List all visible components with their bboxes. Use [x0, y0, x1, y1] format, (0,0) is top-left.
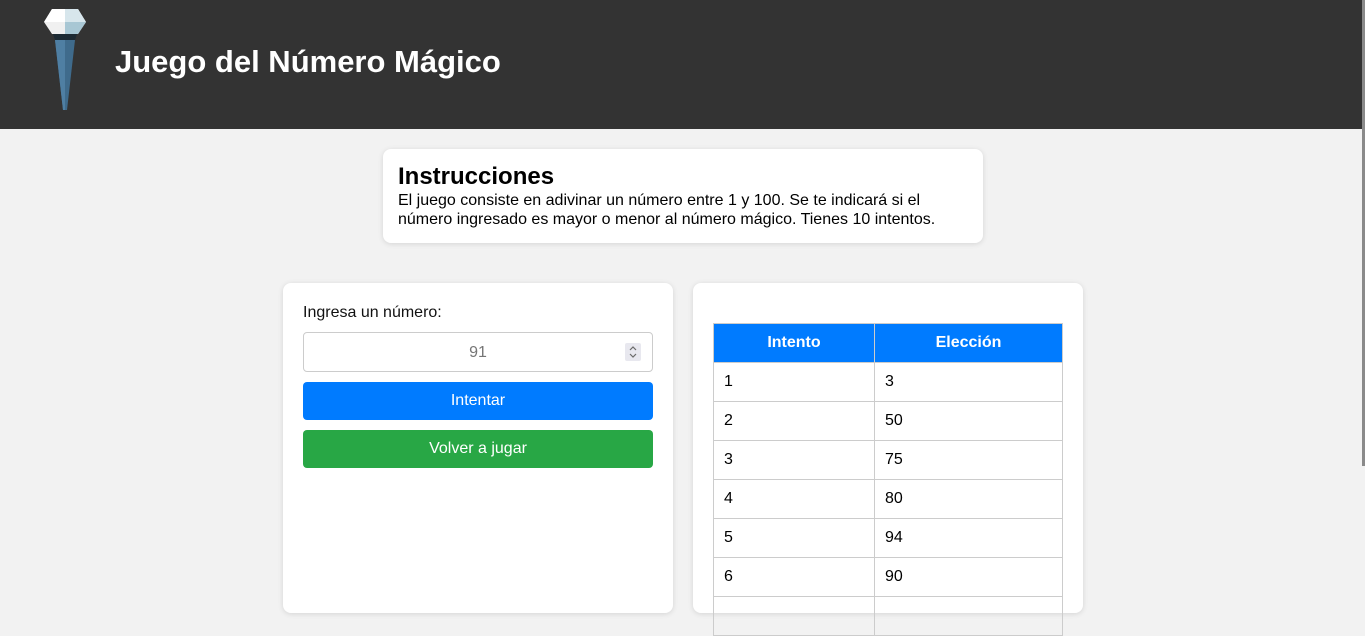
attempt-cell: 6 [713, 557, 875, 597]
table-row [713, 596, 1063, 636]
table-header-row: Intento Elección [713, 323, 1063, 363]
history-card: Intento Elección 1 3 2 50 3 75 4 80 5 94… [693, 283, 1083, 636]
attempt-cell: 4 [713, 479, 875, 519]
choice-cell: 3 [874, 362, 1063, 402]
table-row: 2 50 [713, 401, 1063, 441]
table-row: 1 3 [713, 362, 1063, 402]
choice-cell: 80 [874, 479, 1063, 519]
try-button[interactable]: Intentar [303, 382, 653, 420]
attempt-cell: 2 [713, 401, 875, 441]
choice-cell: 94 [874, 518, 1063, 558]
choice-cell [874, 596, 1063, 636]
page-title: Juego del Número Mágico [115, 44, 501, 79]
table-row: 6 90 [713, 557, 1063, 597]
column-header-attempt: Intento [713, 323, 875, 363]
instructions-text: El juego consiste en adivinar un número … [398, 192, 936, 228]
attempts-table: Intento Elección 1 3 2 50 3 75 4 80 5 94… [713, 323, 1063, 636]
guess-form-card: Ingresa un número: 91 Intentar Volver a … [283, 283, 673, 613]
number-input-label: Ingresa un número: [303, 304, 442, 321]
attempt-cell [713, 596, 875, 636]
table-row: 4 80 [713, 479, 1063, 519]
choice-cell: 75 [874, 440, 1063, 480]
column-header-choice: Elección [874, 323, 1063, 363]
table-row: 5 94 [713, 518, 1063, 558]
instructions-panel: Instrucciones El juego consiste en adivi… [383, 149, 983, 243]
number-input-value[interactable]: 91 [304, 343, 652, 362]
table-row: 3 75 [713, 440, 1063, 480]
torch-icon [44, 9, 86, 110]
attempt-cell: 3 [713, 440, 875, 480]
app-header: Juego del Número Mágico [0, 0, 1365, 129]
attempt-cell: 1 [713, 362, 875, 402]
attempt-cell: 5 [713, 518, 875, 558]
spinner-icon[interactable] [625, 343, 641, 361]
choice-cell: 50 [874, 401, 1063, 441]
choice-cell: 90 [874, 557, 1063, 597]
instructions-heading: Instrucciones [398, 163, 555, 190]
replay-button[interactable]: Volver a jugar [303, 430, 653, 468]
number-input[interactable]: 91 [303, 332, 653, 372]
